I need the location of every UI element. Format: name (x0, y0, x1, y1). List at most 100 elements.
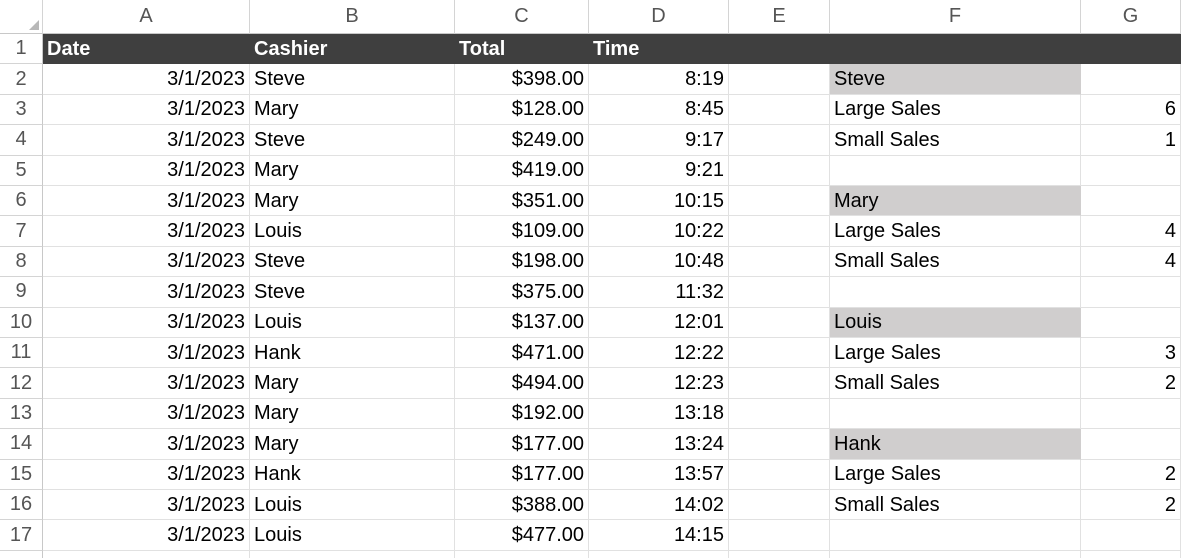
cashier-cell[interactable]: Mary (250, 398, 455, 430)
row-header[interactable]: 13 (0, 398, 43, 430)
summary-count-cell[interactable] (1081, 429, 1181, 460)
row-header[interactable]: 9 (0, 277, 43, 308)
row-header[interactable]: 17 (0, 520, 43, 551)
cashier-cell[interactable]: Hank (250, 338, 455, 369)
column-header-f[interactable]: F (830, 0, 1081, 34)
summary-count-cell[interactable] (1081, 307, 1181, 338)
cashier-cell[interactable]: Steve (250, 277, 455, 308)
summary-label-cell[interactable]: Small Sales (830, 490, 1081, 521)
summary-label-cell[interactable]: Large Sales (830, 216, 1081, 247)
empty-cell[interactable] (589, 550, 729, 558)
header-cell-total[interactable]: Total (455, 34, 589, 65)
date-cell[interactable]: 3/1/2023 (43, 520, 250, 551)
time-cell[interactable]: 9:17 (589, 125, 729, 156)
empty-cell[interactable] (830, 550, 1081, 558)
total-cell[interactable]: $137.00 (455, 307, 589, 338)
summary-count-cell[interactable] (1081, 277, 1181, 308)
date-cell[interactable]: 3/1/2023 (43, 246, 250, 278)
column-header-d[interactable]: D (589, 0, 729, 34)
empty-cell[interactable] (729, 368, 830, 399)
row-header[interactable]: 1 (0, 34, 43, 65)
empty-cell[interactable] (729, 64, 830, 95)
time-cell[interactable]: 10:15 (589, 186, 729, 217)
column-header-c[interactable]: C (455, 0, 589, 34)
summary-label-cell[interactable]: Large Sales (830, 94, 1081, 126)
header-cell-time[interactable]: Time (589, 34, 729, 65)
cashier-cell[interactable]: Louis (250, 216, 455, 247)
summary-count-cell[interactable]: 3 (1081, 338, 1181, 369)
row-header[interactable]: 5 (0, 155, 43, 186)
row-header[interactable]: 4 (0, 125, 43, 156)
summary-label-cell[interactable] (830, 520, 1081, 551)
time-cell[interactable]: 14:15 (589, 520, 729, 551)
select-all-corner[interactable] (0, 0, 43, 34)
empty-cell[interactable] (729, 94, 830, 126)
empty-cell[interactable] (250, 550, 455, 558)
header-cell-date[interactable]: Date (43, 34, 250, 65)
empty-cell[interactable] (729, 277, 830, 308)
empty-cell[interactable] (729, 125, 830, 156)
empty-cell[interactable] (43, 550, 250, 558)
empty-cell[interactable] (729, 155, 830, 186)
total-cell[interactable]: $177.00 (455, 459, 589, 490)
cashier-cell[interactable]: Hank (250, 459, 455, 490)
summary-count-cell[interactable] (1081, 155, 1181, 186)
empty-cell[interactable] (729, 186, 830, 217)
date-cell[interactable]: 3/1/2023 (43, 398, 250, 430)
time-cell[interactable]: 13:57 (589, 459, 729, 490)
empty-cell[interactable] (729, 338, 830, 369)
time-cell[interactable]: 14:02 (589, 490, 729, 521)
time-cell[interactable]: 10:48 (589, 246, 729, 278)
total-cell[interactable]: $198.00 (455, 246, 589, 278)
header-cell-cashier[interactable]: Cashier (250, 34, 455, 65)
total-cell[interactable]: $494.00 (455, 368, 589, 399)
empty-cell[interactable] (729, 398, 830, 430)
date-cell[interactable]: 3/1/2023 (43, 368, 250, 399)
summary-label-cell[interactable] (830, 277, 1081, 308)
row-header[interactable]: 2 (0, 64, 43, 95)
summary-count-cell[interactable] (1081, 520, 1181, 551)
row-header[interactable]: 15 (0, 459, 43, 490)
time-cell[interactable]: 13:18 (589, 398, 729, 430)
time-cell[interactable]: 8:19 (589, 64, 729, 95)
time-cell[interactable]: 12:23 (589, 368, 729, 399)
date-cell[interactable]: 3/1/2023 (43, 125, 250, 156)
empty-cell[interactable] (729, 216, 830, 247)
total-cell[interactable]: $477.00 (455, 520, 589, 551)
date-cell[interactable]: 3/1/2023 (43, 64, 250, 95)
summary-count-cell[interactable]: 2 (1081, 459, 1181, 490)
empty-cell[interactable] (455, 550, 589, 558)
row-header[interactable] (0, 550, 43, 558)
summary-label-cell[interactable]: Small Sales (830, 246, 1081, 278)
summary-count-cell[interactable]: 2 (1081, 368, 1181, 399)
cashier-cell[interactable]: Mary (250, 429, 455, 460)
date-cell[interactable]: 3/1/2023 (43, 490, 250, 521)
row-header[interactable]: 10 (0, 307, 43, 338)
cashier-group-header-cell[interactable]: Steve (830, 64, 1081, 95)
time-cell[interactable]: 13:24 (589, 429, 729, 460)
date-cell[interactable]: 3/1/2023 (43, 307, 250, 338)
date-cell[interactable]: 3/1/2023 (43, 186, 250, 217)
column-header-a[interactable]: A (43, 0, 250, 34)
summary-count-cell[interactable]: 2 (1081, 490, 1181, 521)
summary-count-cell[interactable]: 4 (1081, 246, 1181, 278)
cashier-group-header-cell[interactable]: Hank (830, 429, 1081, 460)
total-cell[interactable]: $128.00 (455, 94, 589, 126)
cashier-cell[interactable]: Mary (250, 368, 455, 399)
cashier-group-header-cell[interactable]: Louis (830, 307, 1081, 338)
empty-cell[interactable] (729, 550, 830, 558)
total-cell[interactable]: $249.00 (455, 125, 589, 156)
total-cell[interactable]: $388.00 (455, 490, 589, 521)
row-header[interactable]: 16 (0, 490, 43, 521)
time-cell[interactable]: 12:22 (589, 338, 729, 369)
time-cell[interactable]: 12:01 (589, 307, 729, 338)
summary-count-cell[interactable] (1081, 64, 1181, 95)
cashier-cell[interactable]: Louis (250, 490, 455, 521)
row-header[interactable]: 7 (0, 216, 43, 247)
total-cell[interactable]: $471.00 (455, 338, 589, 369)
cashier-cell[interactable]: Mary (250, 155, 455, 186)
total-cell[interactable]: $419.00 (455, 155, 589, 186)
total-cell[interactable]: $192.00 (455, 398, 589, 430)
empty-cell[interactable] (729, 246, 830, 278)
summary-count-cell[interactable]: 4 (1081, 216, 1181, 247)
